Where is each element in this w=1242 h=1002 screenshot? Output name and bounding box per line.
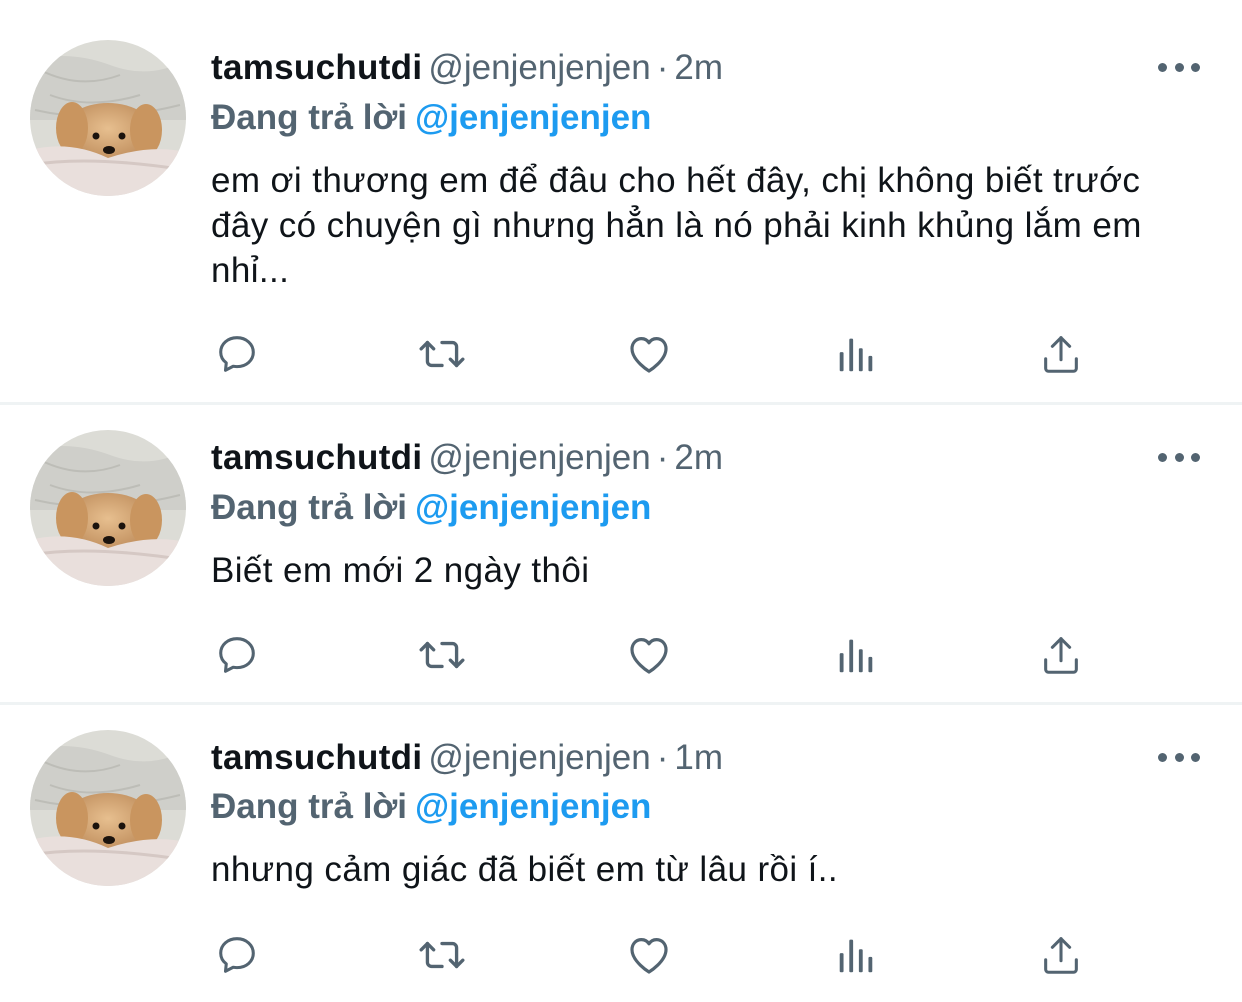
more-icon <box>1158 752 1167 762</box>
analytics-icon <box>839 639 873 673</box>
reply-icon <box>219 637 255 673</box>
retweet-icon <box>419 340 465 368</box>
reply-prefix: Đang trả lời <box>211 98 408 137</box>
tweet-header: tamsuchutdi @jenjenjenjen · 1m <box>211 733 723 783</box>
tweet[interactable]: tamsuchutdi @jenjenjenjen · 2m Đang trả lời… <box>0 405 1242 703</box>
separator-dot: · <box>656 738 669 777</box>
reply-context: Đang trả lời @jenjenjenjen <box>211 483 651 533</box>
timestamp[interactable]: 2m <box>674 438 723 477</box>
timestamp[interactable]: 1m <box>674 738 723 777</box>
analytics-button[interactable] <box>826 625 886 685</box>
tweet-header: tamsuchutdi @jenjenjenjen · 2m <box>211 43 723 93</box>
tweet-text: Biết em mới 2 ngày thôi <box>211 551 590 590</box>
more-icon-dot <box>1191 62 1200 72</box>
heart-icon <box>630 638 668 674</box>
reply-to-handle[interactable]: @jenjenjenjen <box>415 98 651 137</box>
more-icon <box>1158 452 1167 462</box>
heart-icon <box>630 938 668 974</box>
avatar[interactable] <box>30 430 186 586</box>
reply-button[interactable] <box>207 925 267 985</box>
retweet-button[interactable] <box>412 925 472 985</box>
share-icon <box>1044 637 1078 674</box>
retweet-icon <box>419 641 465 669</box>
separator-dot: · <box>656 438 669 477</box>
reply-icon <box>219 336 255 372</box>
tweet-text: nhưng cảm giác đã biết em từ lâu rồi í.. <box>211 850 839 889</box>
tweet-header: tamsuchutdi @jenjenjenjen · 2m <box>211 433 723 483</box>
tweet[interactable]: tamsuchutdi @jenjenjenjen · 2m Đang trả lời… <box>0 0 1242 404</box>
share-icon <box>1044 336 1078 373</box>
display-name[interactable]: tamsuchutdi <box>211 738 422 777</box>
more-icon <box>1158 62 1167 72</box>
more-options-button[interactable] <box>1158 450 1200 464</box>
more-icon-dot <box>1174 752 1184 762</box>
like-button[interactable] <box>619 925 679 985</box>
display-name[interactable]: tamsuchutdi <box>211 438 422 477</box>
tweet-text: em ơi thương em để đâu cho hết đây, chị … <box>211 161 1142 290</box>
reply-button[interactable] <box>207 324 267 384</box>
share-icon <box>1044 937 1078 974</box>
reply-icon <box>219 937 255 973</box>
more-options-button[interactable] <box>1158 750 1200 764</box>
more-icon-dot <box>1191 752 1200 762</box>
timestamp[interactable]: 2m <box>674 48 723 87</box>
more-icon-dot <box>1174 62 1184 72</box>
more-icon-dot <box>1191 452 1200 462</box>
share-button[interactable] <box>1031 625 1091 685</box>
reply-to-handle[interactable]: @jenjenjenjen <box>415 787 651 826</box>
avatar[interactable] <box>30 730 186 886</box>
display-name[interactable]: tamsuchutdi <box>211 48 422 87</box>
retweet-button[interactable] <box>412 625 472 685</box>
reply-context: Đang trả lời @jenjenjenjen <box>211 782 651 832</box>
user-handle[interactable]: @jenjenjenjen <box>428 438 650 477</box>
retweet-icon <box>419 941 465 969</box>
reply-prefix: Đang trả lời <box>211 787 408 826</box>
analytics-icon <box>839 939 873 973</box>
retweet-button[interactable] <box>412 324 472 384</box>
avatar[interactable] <box>30 40 186 196</box>
heart-icon <box>630 337 668 373</box>
more-options-button[interactable] <box>1158 60 1200 74</box>
tweet[interactable]: tamsuchutdi @jenjenjenjen · 1m Đang trả lời… <box>0 705 1242 1002</box>
user-handle[interactable]: @jenjenjenjen <box>428 48 650 87</box>
share-button[interactable] <box>1031 324 1091 384</box>
user-handle[interactable]: @jenjenjenjen <box>428 738 650 777</box>
reply-to-handle[interactable]: @jenjenjenjen <box>415 488 651 527</box>
like-button[interactable] <box>619 625 679 685</box>
separator-dot: · <box>656 48 669 87</box>
reply-button[interactable] <box>207 625 267 685</box>
more-icon-dot <box>1174 452 1184 462</box>
share-button[interactable] <box>1031 925 1091 985</box>
analytics-icon <box>839 338 873 372</box>
analytics-button[interactable] <box>826 925 886 985</box>
reply-context: Đang trả lời @jenjenjenjen <box>211 93 651 143</box>
reply-prefix: Đang trả lời <box>211 488 408 527</box>
like-button[interactable] <box>619 324 679 384</box>
analytics-button[interactable] <box>826 324 886 384</box>
